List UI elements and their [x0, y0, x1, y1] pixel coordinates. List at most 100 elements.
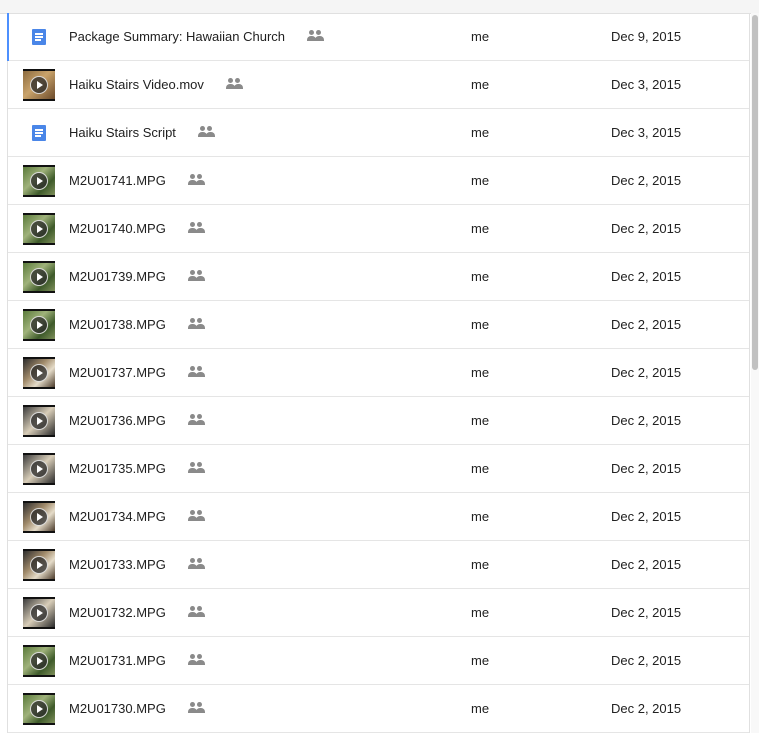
shared-people-icon: [225, 78, 244, 90]
shared-people-icon: [307, 30, 325, 42]
video-thumbnail: [23, 597, 55, 629]
file-row[interactable]: M2U01741.MPG me Dec 2, 2015: [8, 157, 749, 205]
shared-people-icon: [187, 510, 206, 522]
file-row[interactable]: M2U01731.MPG me Dec 2, 2015: [8, 637, 749, 685]
file-icon-slot: [23, 645, 55, 677]
shared-people-icon: [187, 462, 206, 474]
file-owner: me: [471, 221, 490, 236]
file-modified-date: Dec 2, 2015: [611, 605, 682, 620]
file-name-cell: M2U01740.MPG: [69, 205, 206, 253]
file-name: M2U01736.MPG: [69, 413, 166, 428]
file-modified-date: Dec 2, 2015: [611, 461, 682, 476]
file-row[interactable]: Package Summary: Hawaiian Church me Dec …: [7, 13, 749, 61]
file-name-cell: Package Summary: Hawaiian Church: [69, 13, 325, 61]
file-name: M2U01740.MPG: [69, 221, 166, 236]
video-thumbnail: [23, 453, 55, 485]
file-row[interactable]: M2U01730.MPG me Dec 2, 2015: [8, 685, 749, 733]
play-icon: [30, 604, 48, 622]
file-owner: me: [471, 125, 490, 140]
play-icon: [30, 76, 48, 94]
play-icon: [30, 460, 48, 478]
file-icon-slot: [23, 117, 55, 149]
file-modified-date: Dec 3, 2015: [611, 77, 682, 92]
file-owner: me: [471, 413, 490, 428]
file-owner: me: [471, 461, 490, 476]
shared-people-icon: [187, 558, 206, 570]
file-name-cell: M2U01732.MPG: [69, 589, 206, 637]
file-name: M2U01741.MPG: [69, 173, 166, 188]
file-icon-slot: [23, 357, 55, 389]
file-icon-slot: [23, 405, 55, 437]
file-name: M2U01737.MPG: [69, 365, 166, 380]
file-icon-slot: [23, 309, 55, 341]
play-icon: [30, 364, 48, 382]
file-name: Package Summary: Hawaiian Church: [69, 29, 286, 44]
play-icon: [30, 556, 48, 574]
file-row[interactable]: Haiku Stairs Script me Dec 3, 2015: [8, 109, 749, 157]
video-thumbnail: [23, 549, 55, 581]
file-row[interactable]: M2U01736.MPG me Dec 2, 2015: [8, 397, 749, 445]
play-icon: [30, 508, 48, 526]
shared-people-icon: [187, 174, 206, 186]
file-name-cell: M2U01737.MPG: [69, 349, 206, 397]
file-name-cell: M2U01730.MPG: [69, 685, 206, 733]
file-name-cell: M2U01734.MPG: [69, 493, 206, 541]
list-header-strip: [0, 0, 759, 14]
file-modified-date: Dec 2, 2015: [611, 269, 682, 284]
play-icon: [30, 268, 48, 286]
file-owner: me: [471, 365, 490, 380]
file-row[interactable]: M2U01734.MPG me Dec 2, 2015: [8, 493, 749, 541]
file-modified-date: Dec 2, 2015: [611, 317, 682, 332]
scrollbar-thumb[interactable]: [752, 15, 758, 370]
file-icon-slot: [23, 69, 55, 101]
file-icon-slot: [23, 213, 55, 245]
file-owner: me: [471, 557, 490, 572]
file-owner: me: [471, 701, 490, 716]
file-icon-slot: [23, 453, 55, 485]
file-name-cell: Haiku Stairs Video.mov: [69, 61, 244, 109]
file-row[interactable]: M2U01737.MPG me Dec 2, 2015: [8, 349, 749, 397]
shared-people-icon: [187, 222, 206, 234]
vertical-scrollbar[interactable]: [751, 13, 759, 733]
file-icon-slot: [23, 693, 55, 725]
file-name: M2U01734.MPG: [69, 509, 166, 524]
file-row[interactable]: M2U01738.MPG me Dec 2, 2015: [8, 301, 749, 349]
video-thumbnail: [23, 69, 55, 101]
file-modified-date: Dec 2, 2015: [611, 653, 682, 668]
file-owner: me: [471, 653, 490, 668]
file-name: M2U01730.MPG: [69, 701, 166, 716]
file-row[interactable]: M2U01732.MPG me Dec 2, 2015: [8, 589, 749, 637]
file-name-cell: M2U01735.MPG: [69, 445, 206, 493]
file-name-cell: M2U01741.MPG: [69, 157, 206, 205]
video-thumbnail: [23, 693, 55, 725]
shared-people-icon: [187, 654, 206, 666]
file-owner: me: [471, 29, 490, 44]
file-name-cell: Haiku Stairs Script: [69, 109, 216, 157]
file-owner: me: [471, 77, 490, 92]
file-modified-date: Dec 2, 2015: [611, 557, 682, 572]
file-name: Haiku Stairs Script: [69, 125, 176, 140]
shared-people-icon: [197, 126, 216, 138]
file-name: M2U01739.MPG: [69, 269, 166, 284]
file-name-cell: M2U01733.MPG: [69, 541, 206, 589]
file-row[interactable]: M2U01735.MPG me Dec 2, 2015: [8, 445, 749, 493]
play-icon: [30, 700, 48, 718]
file-name: M2U01732.MPG: [69, 605, 166, 620]
file-row[interactable]: Haiku Stairs Video.mov me Dec 3, 2015: [8, 61, 749, 109]
file-list: Package Summary: Hawaiian Church me Dec …: [7, 13, 750, 733]
file-owner: me: [471, 269, 490, 284]
file-row[interactable]: M2U01739.MPG me Dec 2, 2015: [8, 253, 749, 301]
file-row[interactable]: M2U01740.MPG me Dec 2, 2015: [8, 205, 749, 253]
file-name: M2U01733.MPG: [69, 557, 166, 572]
play-icon: [30, 316, 48, 334]
file-row[interactable]: M2U01733.MPG me Dec 2, 2015: [8, 541, 749, 589]
file-name-cell: M2U01738.MPG: [69, 301, 206, 349]
shared-people-icon: [187, 270, 206, 282]
file-icon-slot: [23, 165, 55, 197]
video-thumbnail: [23, 309, 55, 341]
file-modified-date: Dec 2, 2015: [611, 413, 682, 428]
play-icon: [30, 220, 48, 238]
file-modified-date: Dec 2, 2015: [611, 365, 682, 380]
play-icon: [30, 652, 48, 670]
file-owner: me: [471, 509, 490, 524]
